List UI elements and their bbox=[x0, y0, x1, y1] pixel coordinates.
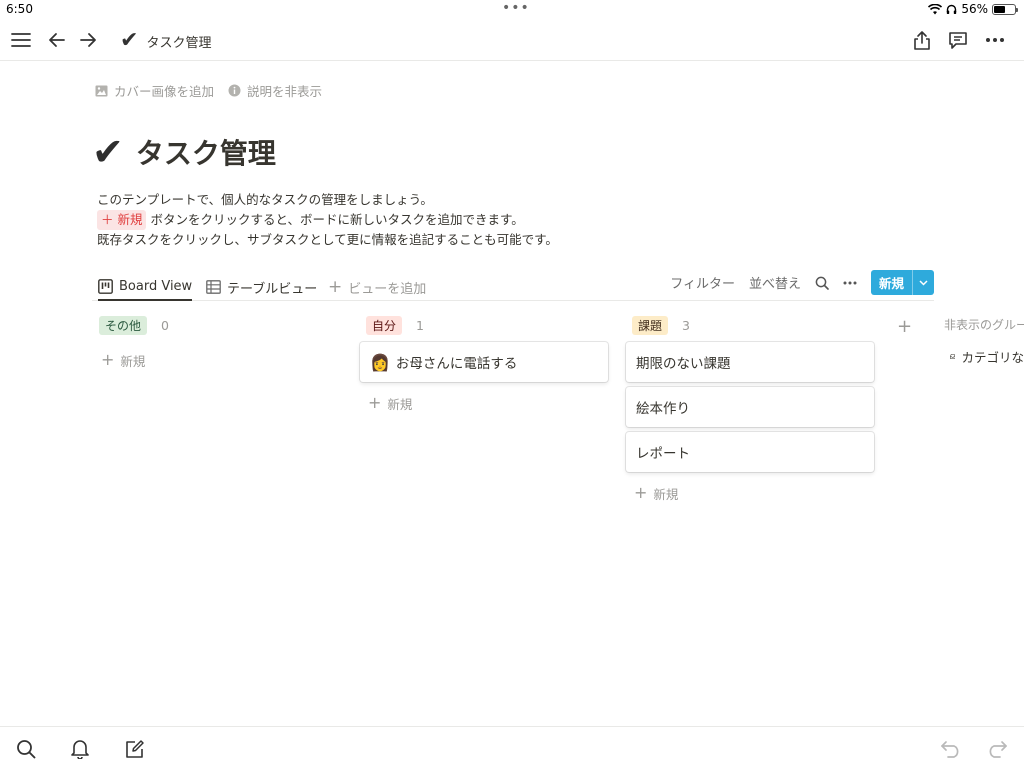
tab-board-view[interactable]: Board View bbox=[98, 273, 193, 301]
back-arrow-icon[interactable] bbox=[45, 28, 69, 52]
group-count: 0 bbox=[161, 317, 169, 333]
board-card[interactable]: レポート bbox=[626, 432, 874, 472]
chevron-down-icon[interactable] bbox=[912, 270, 934, 295]
more-options-icon[interactable] bbox=[983, 28, 1007, 52]
tab-table-view[interactable]: テーブルビュー bbox=[206, 273, 317, 301]
card-title: 絵本作り bbox=[636, 401, 690, 417]
plus-icon: + bbox=[634, 483, 648, 502]
undo-icon[interactable] bbox=[939, 737, 963, 761]
woman-emoji-icon: 👩 bbox=[370, 352, 390, 372]
new-tag: ＋ 新規 bbox=[97, 210, 147, 230]
board-card[interactable]: 👩 お母さんに電話する bbox=[360, 342, 608, 382]
search-icon[interactable] bbox=[14, 737, 38, 761]
group-label-other[interactable]: その他 bbox=[99, 315, 148, 335]
battery-fill bbox=[994, 5, 1006, 13]
status-time: 6:50 bbox=[6, 2, 33, 16]
board-card[interactable]: 絵本作り bbox=[626, 387, 874, 427]
add-new-card-button[interactable]: + 新規 bbox=[360, 394, 608, 412]
new-button-label: 新規 bbox=[878, 276, 904, 291]
plus-icon: + bbox=[328, 276, 343, 297]
add-cover-button[interactable]: カバー画像を追加 bbox=[95, 81, 214, 100]
forward-arrow-icon[interactable] bbox=[76, 28, 100, 52]
add-group-icon[interactable]: + bbox=[897, 316, 912, 337]
redo-icon[interactable] bbox=[985, 737, 1009, 761]
battery-percent: 56% bbox=[961, 2, 988, 16]
add-cover-label: カバー画像を追加 bbox=[114, 84, 215, 99]
battery-icon bbox=[992, 3, 1018, 15]
view-more-icon[interactable] bbox=[843, 281, 857, 285]
hide-description-label: 説明を非表示 bbox=[247, 84, 323, 99]
breadcrumb[interactable]: ✔ タスク管理 bbox=[120, 30, 211, 52]
page-controls: カバー画像を追加 説明を非表示 bbox=[95, 81, 322, 100]
inbox-icon bbox=[950, 354, 956, 359]
filter-button[interactable]: フィルター bbox=[670, 273, 735, 292]
card-title: 期限のない課題 bbox=[636, 356, 731, 372]
headphones-icon bbox=[947, 4, 957, 14]
group-label-assignment[interactable]: 課題 bbox=[632, 315, 669, 335]
card-title: レポート bbox=[636, 446, 690, 462]
plus-icon: + bbox=[101, 350, 115, 369]
group-count: 3 bbox=[682, 317, 690, 333]
description-line-1: このテンプレートで、個人的なタスクの管理をしましょう。 bbox=[97, 192, 433, 207]
description-line-3: 既存タスクをクリックし、サブタスクとして更に情報を追記することも可能です。 bbox=[97, 232, 558, 247]
bell-icon[interactable] bbox=[68, 737, 92, 761]
hidden-groups-label: 非表示のグループ bbox=[944, 318, 1024, 332]
card-title: お母さんに電話する bbox=[395, 356, 518, 372]
board-column-other: その他 0 + 新規 bbox=[93, 315, 341, 369]
new-button[interactable]: 新規 bbox=[870, 270, 934, 295]
table-icon bbox=[206, 280, 221, 294]
tab-board-view-label: Board View bbox=[119, 278, 193, 294]
status-bar: 6:50 ••• 56% bbox=[0, 0, 1024, 20]
breadcrumb-title: タスク管理 bbox=[146, 35, 212, 51]
board-column-assignment: 課題 3 期限のない課題 絵本作り レポート + 新規 bbox=[626, 315, 874, 502]
bottom-toolbar bbox=[0, 726, 1024, 768]
plus-icon: + bbox=[368, 393, 382, 412]
group-count: 1 bbox=[416, 317, 424, 333]
top-toolbar: ✔ タスク管理 bbox=[0, 20, 1024, 61]
hide-description-button[interactable]: 説明を非表示 bbox=[228, 81, 322, 100]
hidden-category-label: カテゴリな bbox=[961, 350, 1024, 365]
page-description: このテンプレートで、個人的なタスクの管理をしましょう。 ＋ 新規 ボタンをクリック… bbox=[97, 190, 558, 250]
add-view-button[interactable]: + ビューを追加 bbox=[328, 273, 426, 301]
check-mark-icon: ✔ bbox=[120, 28, 139, 53]
add-new-card-button[interactable]: + 新規 bbox=[93, 351, 341, 369]
description-line-2: ボタンをクリックすると、ボードに新しいタスクを追加できます。 bbox=[150, 212, 524, 227]
wifi-icon bbox=[928, 3, 943, 14]
board-card[interactable]: 期限のない課題 bbox=[626, 342, 874, 382]
page-title-text[interactable]: タスク管理 bbox=[136, 132, 276, 172]
view-bar: Board View テーブルビュー + ビューを追加 フィルター 並べ替え 新… bbox=[92, 268, 934, 301]
page-check-icon[interactable]: ✔ bbox=[92, 133, 124, 171]
compose-icon[interactable] bbox=[123, 737, 147, 761]
share-icon[interactable] bbox=[910, 28, 934, 52]
board-icon bbox=[98, 278, 113, 294]
add-new-card-button[interactable]: + 新規 bbox=[626, 484, 874, 502]
image-icon bbox=[95, 85, 108, 96]
info-icon bbox=[228, 84, 241, 97]
page-title: ✔ タスク管理 bbox=[92, 132, 276, 172]
comment-icon[interactable] bbox=[946, 28, 970, 52]
board-column-self: 自分 1 👩 お母さんに電話する + 新規 bbox=[360, 315, 608, 412]
add-view-label: ビューを追加 bbox=[348, 281, 427, 297]
menu-icon[interactable] bbox=[9, 28, 33, 52]
search-icon[interactable] bbox=[815, 276, 829, 290]
group-label-self[interactable]: 自分 bbox=[366, 315, 403, 335]
sort-button[interactable]: 並べ替え bbox=[749, 273, 801, 292]
tab-table-view-label: テーブルビュー bbox=[227, 281, 318, 297]
multitasking-dots-icon[interactable]: ••• bbox=[502, 0, 530, 16]
hidden-group-item[interactable]: カテゴリな bbox=[950, 347, 1024, 366]
